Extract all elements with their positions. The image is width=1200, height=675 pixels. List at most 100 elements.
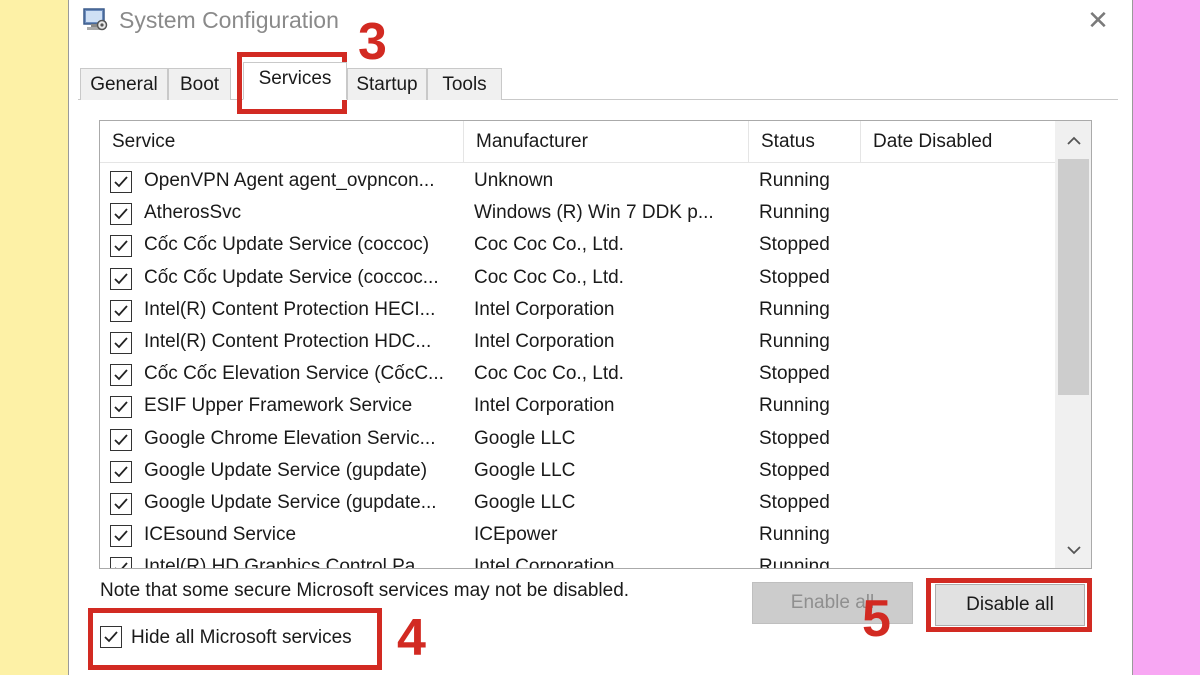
cell-status: Running bbox=[759, 170, 830, 191]
window-title: System Configuration bbox=[119, 7, 339, 33]
checkmark-icon bbox=[114, 433, 128, 445]
table-row[interactable]: Google Update Service (gupdate... Google … bbox=[100, 487, 1055, 519]
cell-status: Stopped bbox=[759, 266, 830, 288]
table-row[interactable]: Cốc Cốc Update Service (coccoc... Coc Coc… bbox=[100, 262, 1055, 294]
table-row[interactable]: Google Chrome Elevation Servic... Google … bbox=[100, 423, 1055, 455]
service-checkbox[interactable] bbox=[110, 525, 132, 548]
cell-manufacturer: Intel Corporation bbox=[474, 395, 615, 417]
service-checkbox[interactable] bbox=[110, 396, 132, 419]
tab-services[interactable]: Services bbox=[243, 62, 347, 100]
table-row[interactable]: ESIF Upper Framework Service Intel Corpor… bbox=[100, 390, 1055, 422]
checkmark-icon bbox=[114, 498, 128, 510]
column-header-date-disabled[interactable]: Date Disabled bbox=[861, 121, 1055, 163]
vertical-scrollbar[interactable] bbox=[1055, 121, 1091, 568]
cell-service: ESIF Upper Framework Service bbox=[144, 395, 413, 417]
table-row[interactable]: Cốc Cốc Elevation Service (CốcC... Coc Co… bbox=[100, 358, 1055, 390]
table-row[interactable]: Cốc Cốc Update Service (coccoc) Coc Coc C… bbox=[100, 229, 1055, 261]
cell-service: Cốc Cốc Elevation Service (CốcC... bbox=[144, 363, 444, 385]
service-checkbox[interactable] bbox=[110, 364, 132, 387]
table-row[interactable]: AtherosSvc Windows (R) Win 7 DDK p... Runn… bbox=[100, 197, 1055, 229]
cell-manufacturer: Coc Coc Co., Ltd. bbox=[474, 266, 624, 288]
tab-tools[interactable]: Tools bbox=[427, 68, 502, 100]
table-row[interactable]: OpenVPN Agent agent_ovpncon... Unknown Run… bbox=[100, 165, 1055, 197]
table-row[interactable]: Intel(R) Content Protection HECI... Intel… bbox=[100, 294, 1055, 326]
services-list: Service Manufacturer Status Date Disable… bbox=[99, 120, 1092, 569]
service-checkbox[interactable] bbox=[110, 332, 132, 354]
service-checkbox[interactable] bbox=[110, 299, 132, 322]
cell-service: OpenVPN Agent agent_ovpncon... bbox=[144, 170, 435, 191]
service-checkbox[interactable] bbox=[110, 203, 132, 226]
cell-manufacturer: Google LLC bbox=[474, 459, 576, 481]
chevron-down-icon bbox=[1066, 546, 1081, 555]
cell-manufacturer: ICEpower bbox=[474, 524, 558, 546]
cell-manufacturer: Intel Corporation bbox=[474, 331, 615, 352]
checkmark-icon bbox=[114, 176, 128, 188]
checkmark-icon bbox=[114, 530, 128, 542]
cell-manufacturer: Coc Coc Co., Ltd. bbox=[474, 234, 624, 256]
checkmark-icon bbox=[114, 369, 128, 381]
cell-status: Running bbox=[759, 524, 830, 546]
tab-startup[interactable]: Startup bbox=[347, 68, 427, 100]
cell-status: Stopped bbox=[759, 234, 830, 256]
checkmark-icon bbox=[114, 337, 128, 349]
cell-manufacturer: Google LLC bbox=[474, 427, 576, 449]
tab-strip-border bbox=[78, 99, 1118, 100]
service-checkbox[interactable] bbox=[110, 493, 132, 515]
cell-service: ICEsound Service bbox=[144, 524, 297, 546]
service-checkbox[interactable] bbox=[110, 267, 132, 290]
annotation-step-3: 3 bbox=[358, 13, 387, 71]
checkmark-icon bbox=[114, 240, 128, 252]
cell-status: Stopped bbox=[759, 459, 830, 481]
list-header: Service Manufacturer Status Date Disable… bbox=[100, 121, 1055, 163]
annotation-step-5: 5 bbox=[862, 590, 891, 648]
cell-status: Running bbox=[759, 202, 830, 224]
checkmark-icon bbox=[114, 208, 128, 220]
checkmark-icon bbox=[114, 466, 128, 478]
service-checkbox[interactable] bbox=[110, 428, 132, 451]
cell-status: Running bbox=[759, 298, 830, 320]
cell-manufacturer: Unknown bbox=[474, 170, 554, 191]
checkmark-icon bbox=[114, 272, 128, 284]
cell-status: Stopped bbox=[759, 492, 830, 513]
checkmark-icon bbox=[114, 305, 128, 317]
table-row[interactable]: Intel(R) Content Protection HDC... Intel … bbox=[100, 326, 1055, 358]
cell-service: Intel(R) Content Protection HDC... bbox=[144, 331, 432, 352]
column-header-service[interactable]: Service bbox=[100, 121, 464, 163]
column-header-status[interactable]: Status bbox=[749, 121, 861, 163]
service-checkbox[interactable] bbox=[110, 460, 132, 483]
cell-status: Running bbox=[759, 331, 830, 352]
secure-services-note: Note that some secure Microsoft services… bbox=[100, 580, 630, 601]
cell-manufacturer: Google LLC bbox=[474, 492, 576, 513]
cell-manufacturer: Intel Corporation bbox=[474, 556, 615, 569]
table-row[interactable]: Google Update Service (gupdate) Google LL… bbox=[100, 455, 1055, 487]
cell-service: Google Update Service (gupdate) bbox=[144, 459, 428, 481]
checkmark-icon bbox=[115, 562, 128, 568]
cell-status: Stopped bbox=[759, 427, 830, 449]
table-row[interactable]: Intel(R) HD Graphics Control Pa... Intel … bbox=[100, 551, 1055, 569]
annotation-box-disable-all bbox=[926, 578, 1092, 632]
column-header-manufacturer[interactable]: Manufacturer bbox=[464, 121, 749, 163]
scroll-thumb[interactable] bbox=[1058, 159, 1089, 395]
left-background bbox=[0, 0, 68, 675]
chevron-up-icon bbox=[1066, 136, 1081, 145]
cell-manufacturer: Coc Coc Co., Ltd. bbox=[474, 363, 624, 385]
checkmark-icon bbox=[114, 401, 128, 413]
service-checkbox[interactable] bbox=[110, 557, 132, 568]
service-checkbox[interactable] bbox=[110, 171, 132, 193]
cell-manufacturer: Intel Corporation bbox=[474, 298, 615, 320]
cell-service: Google Update Service (gupdate... bbox=[144, 492, 437, 513]
cell-service: Cốc Cốc Update Service (coccoc) bbox=[144, 234, 430, 256]
scroll-up-button[interactable] bbox=[1055, 121, 1091, 159]
cell-status: Running bbox=[759, 395, 830, 417]
tab-boot[interactable]: Boot bbox=[168, 68, 231, 100]
right-background bbox=[1133, 0, 1200, 675]
scroll-down-button[interactable] bbox=[1055, 530, 1091, 568]
annotation-box-hide-services bbox=[88, 608, 382, 670]
table-row[interactable]: ICEsound Service ICEpower Running bbox=[100, 519, 1055, 551]
cell-status: Running bbox=[759, 556, 830, 569]
close-button[interactable]: ✕ bbox=[1082, 6, 1114, 34]
service-checkbox[interactable] bbox=[110, 235, 132, 258]
tab-general[interactable]: General bbox=[80, 68, 168, 100]
cell-service: Google Chrome Elevation Servic... bbox=[144, 427, 436, 449]
cell-manufacturer: Windows (R) Win 7 DDK p... bbox=[474, 202, 714, 224]
